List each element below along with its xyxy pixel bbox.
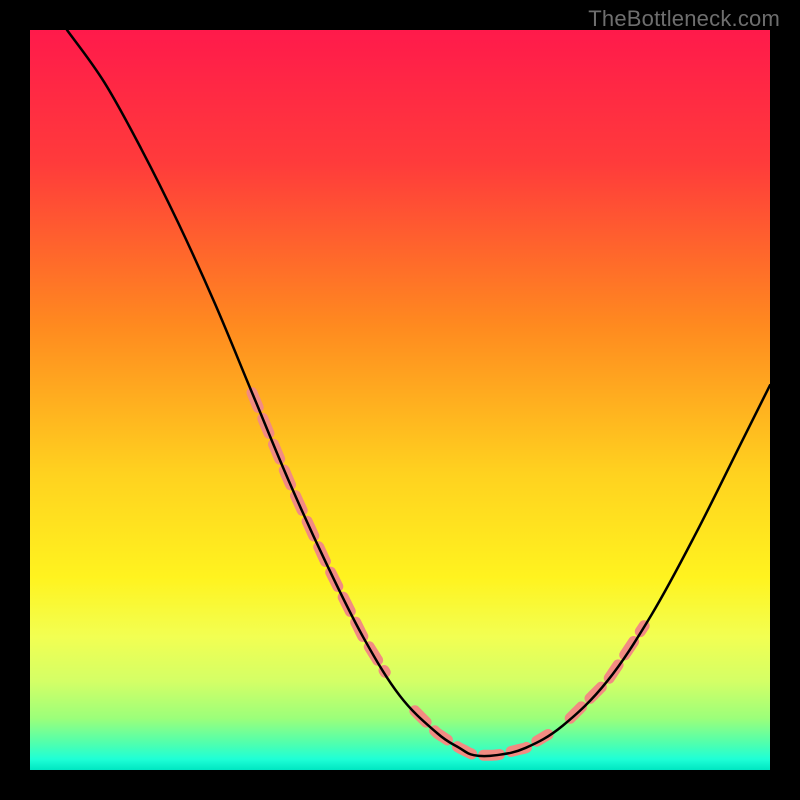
watermark-text: TheBottleneck.com [588,6,780,32]
bottleneck-chart [30,30,770,770]
chart-background-gradient [30,30,770,770]
chart-plot-area [30,30,770,770]
